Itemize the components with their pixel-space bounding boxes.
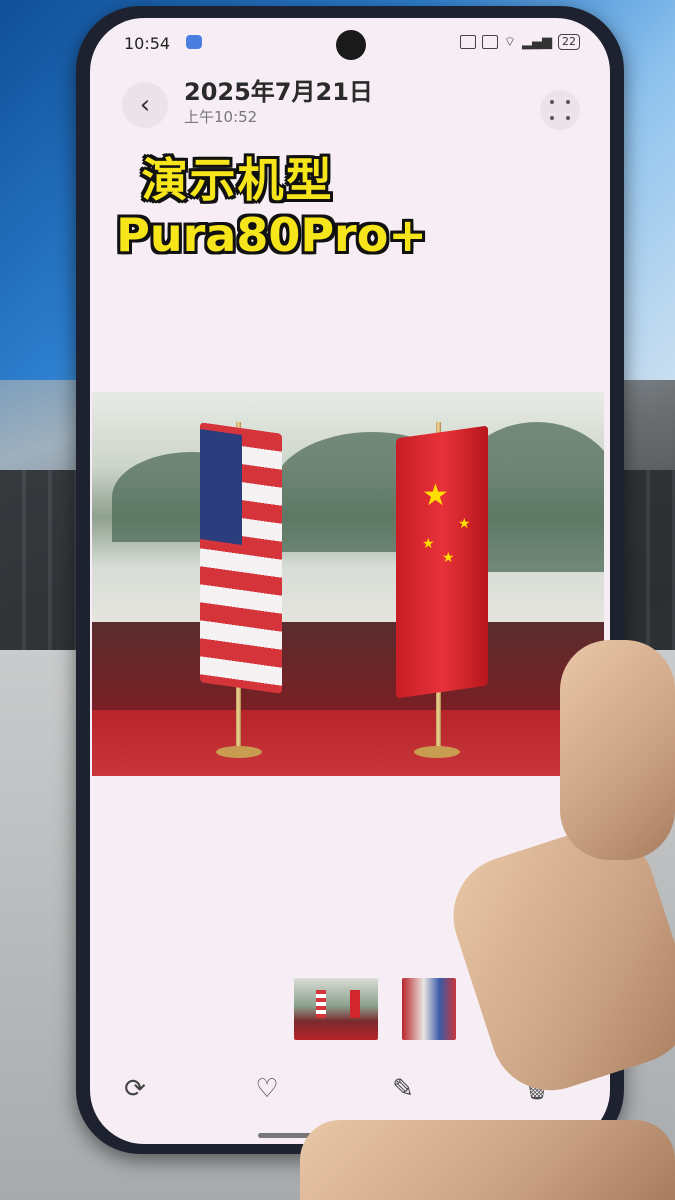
edit-icon: ✎: [392, 1074, 414, 1104]
flag-base: [414, 746, 460, 758]
battery-icon: 22: [558, 34, 580, 50]
hand-thumb: [560, 640, 675, 860]
front-camera: [336, 30, 366, 60]
more-dot: [566, 116, 570, 120]
more-dots-icon: [550, 100, 554, 104]
nfc-icon: [459, 35, 476, 49]
chevron-left-icon: ‹: [139, 90, 151, 120]
caption-line-2: Pura80Pro+: [116, 208, 427, 262]
thumbnail-next[interactable]: [402, 978, 456, 1040]
notification-app-icon: [186, 35, 202, 49]
favorite-button[interactable]: ♡: [250, 1072, 284, 1106]
photo-viewer-image[interactable]: ★ ★ ★ ★: [92, 392, 604, 776]
status-time: 10:54: [124, 34, 171, 53]
share-icon: ⟳: [124, 1074, 146, 1104]
more-dot: [550, 116, 554, 120]
hand-palm: [300, 1120, 675, 1200]
star-icon: ★: [422, 536, 435, 552]
star-icon: ★: [422, 478, 449, 513]
star-icon: ★: [458, 516, 471, 532]
status-bar: 10:54 ⌔ ▂▄▆ 22: [90, 18, 610, 70]
more-button[interactable]: [540, 90, 580, 130]
heart-icon: ♡: [255, 1074, 279, 1104]
edit-button[interactable]: ✎: [386, 1072, 420, 1106]
more-dot: [566, 100, 570, 104]
flag-base: [216, 746, 262, 758]
star-icon: ★: [442, 550, 455, 566]
us-flag-canton: [200, 429, 242, 545]
photo-red-wall: [92, 622, 604, 712]
caption-line-1: 演示机型: [141, 153, 334, 207]
photo-red-carpet: [92, 710, 604, 776]
silent-icon: [481, 35, 498, 49]
photo-time: 上午10:52: [184, 108, 258, 126]
signal-icon: ▂▄▆: [522, 34, 552, 50]
photo-date: 2025年7月21日: [184, 78, 373, 106]
status-icons: ⌔ ▂▄▆ 22: [459, 34, 580, 50]
share-button[interactable]: ⟳: [118, 1072, 152, 1106]
thumb-flag: [316, 990, 326, 1018]
thumb-flag: [350, 990, 360, 1018]
thumbnail-current[interactable]: [294, 978, 378, 1040]
back-button[interactable]: ‹: [122, 82, 168, 128]
wifi-icon: ⌔: [503, 35, 516, 50]
